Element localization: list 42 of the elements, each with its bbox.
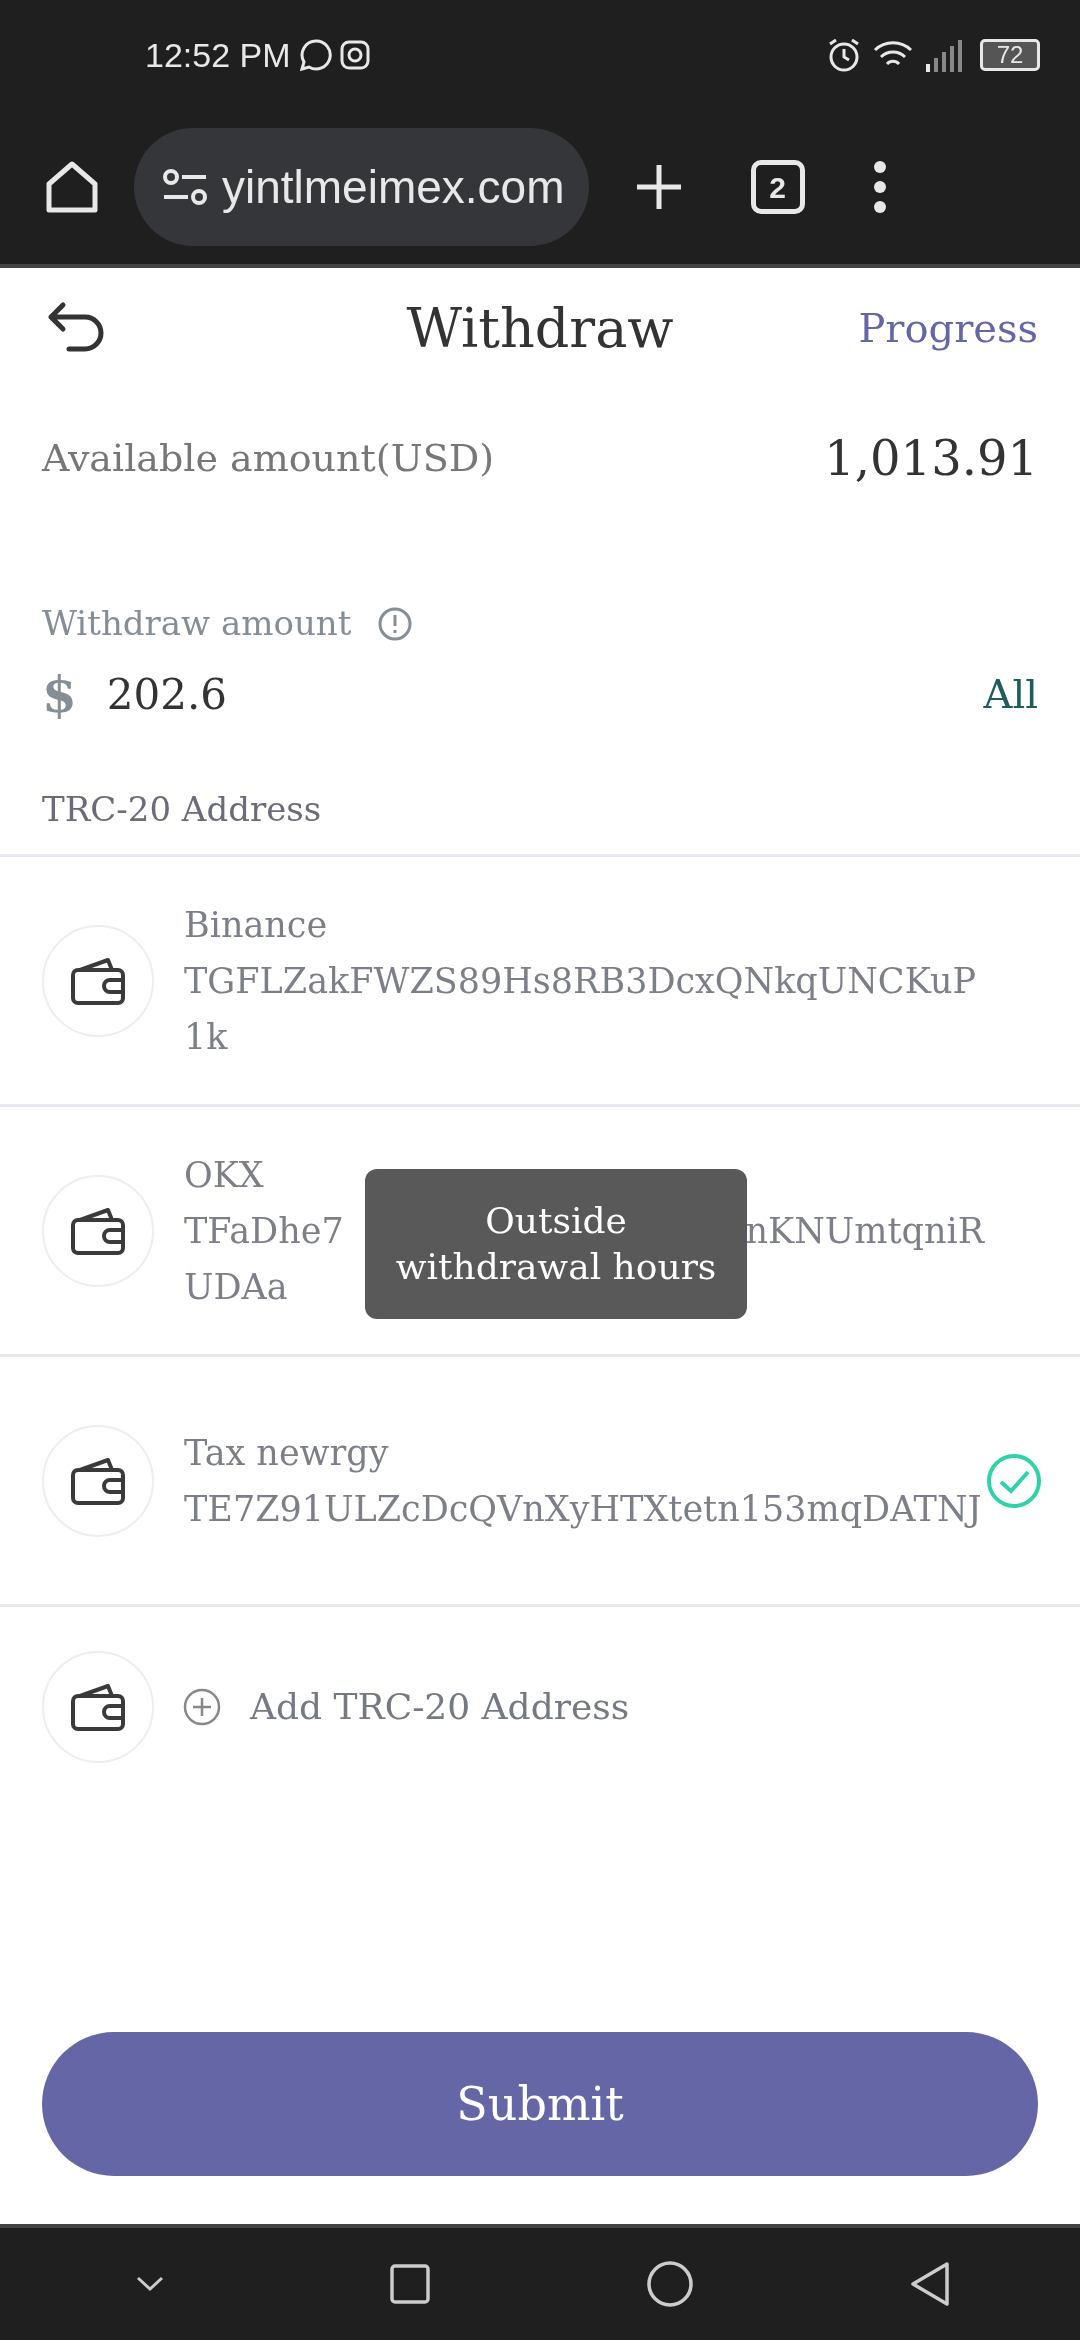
address-text: TGFLZakFWZS89Hs8RB3DcxQNkqUNCKuP1k (184, 959, 978, 1059)
address-bar[interactable]: yintlmeimex.com (134, 128, 589, 246)
address-text: nKNUmtqniR (745, 1209, 984, 1253)
wallet-icon (70, 955, 126, 1006)
url-text: yintlmeimex.com (222, 159, 565, 215)
wallet-icon (70, 1682, 126, 1732)
chat-app-icon (298, 38, 333, 72)
add-address-button[interactable]: Add TRC-20 Address (182, 1680, 630, 1734)
progress-link[interactable]: Progress (858, 298, 1038, 358)
available-label: Available amount(USD) (42, 434, 494, 482)
more-menu-icon[interactable] (872, 160, 887, 214)
address-text: UDAa (184, 1265, 288, 1309)
signal-icon (924, 38, 964, 72)
address-text: TFaDhe7 (184, 1209, 344, 1253)
circle-icon[interactable] (646, 2260, 694, 2308)
chevron-down-icon[interactable] (135, 2275, 165, 2293)
plus-circle-icon (182, 1687, 222, 1727)
triangle-back-icon[interactable] (909, 2261, 951, 2307)
wallet-icon (70, 1455, 126, 1506)
address-name: Tax newrgy (184, 1431, 389, 1475)
withdraw-amount-label: Withdraw amount (42, 602, 352, 645)
status-time: 12:52 PM (145, 34, 291, 76)
all-button[interactable]: All (983, 664, 1038, 724)
amount-input[interactable]: 202.6 (106, 662, 984, 726)
home-icon[interactable] (44, 160, 100, 214)
battery-indicator: 72 (980, 39, 1040, 71)
available-amount: 1,013.91 (824, 429, 1038, 488)
square-icon[interactable] (390, 2264, 430, 2304)
page-title: Withdraw (406, 295, 674, 362)
info-icon[interactable] (377, 605, 414, 642)
address-name: Binance (184, 903, 328, 947)
check-icon (986, 1452, 1042, 1509)
currency-symbol: $ (42, 663, 77, 726)
submit-button[interactable]: Submit (42, 2032, 1038, 2176)
camera-app-icon (338, 39, 371, 71)
section-label: TRC-20 Address (42, 787, 322, 831)
address-text: TE7Z91ULZcDcQVnXyHTXtetn153mqDATNJ (184, 1487, 983, 1531)
wallet-icon (70, 1205, 126, 1256)
tab-count-button[interactable]: 2 (750, 160, 805, 214)
site-settings-icon[interactable] (162, 167, 208, 207)
address-name: OKX (184, 1153, 264, 1197)
withdrawal-hours-toast: Outside withdrawal hours (365, 1169, 747, 1319)
